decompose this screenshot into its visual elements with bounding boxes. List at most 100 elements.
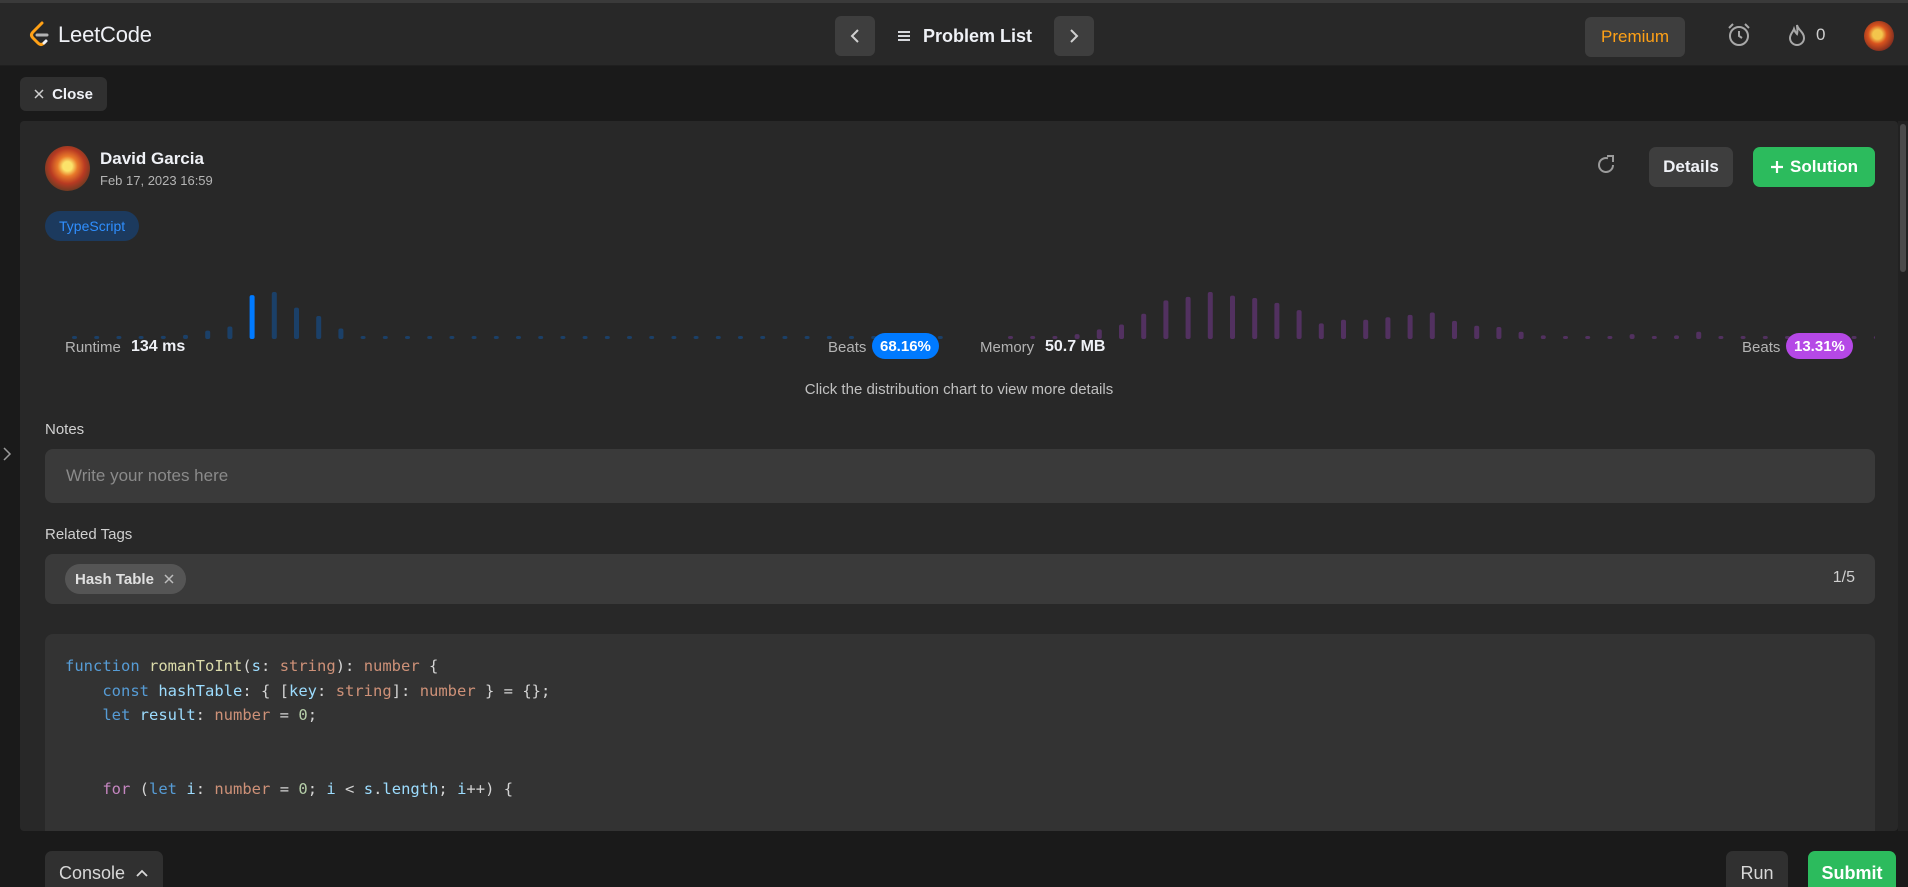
runtime-distribution-bar[interactable] (249, 295, 255, 339)
prev-problem-button[interactable] (835, 16, 875, 56)
memory-distribution-bar[interactable] (1607, 336, 1613, 339)
memory-distribution-bar[interactable] (1385, 317, 1391, 339)
memory-distribution-bar[interactable] (1429, 312, 1435, 339)
runtime-distribution-bar[interactable] (338, 328, 344, 339)
memory-distribution-bar[interactable] (1141, 313, 1147, 339)
memory-distribution-bar[interactable] (1252, 298, 1258, 339)
memory-distribution-bar[interactable] (1452, 320, 1457, 339)
memory-distribution-bar[interactable] (1163, 300, 1169, 339)
runtime-label: Runtime (65, 339, 121, 356)
runtime-distribution-bar[interactable] (382, 336, 388, 339)
runtime-distribution-bar[interactable] (560, 336, 566, 339)
next-problem-button[interactable] (1054, 16, 1095, 56)
tag-chip[interactable]: Hash Table (65, 564, 186, 594)
solution-label: Solution (1790, 157, 1858, 176)
memory-distribution-bar[interactable] (1563, 336, 1568, 339)
runtime-distribution-bar[interactable] (271, 292, 277, 339)
memory-distribution-bar[interactable] (1873, 336, 1875, 339)
close-icon (34, 89, 44, 99)
bottom-bar (0, 838, 1908, 887)
memory-distribution-bar[interactable] (1518, 331, 1524, 339)
memory-distribution-bar[interactable] (1185, 296, 1191, 339)
solution-button[interactable]: Solution (1753, 147, 1875, 187)
memory-distribution-bar[interactable] (1474, 325, 1480, 339)
runtime-distribution-bar[interactable] (471, 336, 477, 339)
runtime-distribution-bar[interactable] (427, 336, 433, 339)
refresh-button[interactable] (1595, 154, 1617, 181)
memory-value: 50.7 MB (1045, 338, 1106, 355)
run-button[interactable]: Run (1726, 851, 1788, 887)
chevron-right-icon (3, 447, 12, 461)
distribution-charts[interactable] (45, 256, 1875, 346)
memory-distribution-bar[interactable] (1207, 292, 1213, 339)
tag-count: 1/5 (1832, 569, 1855, 586)
runtime-distribution-bar[interactable] (582, 336, 588, 339)
runtime-distribution-bar[interactable] (671, 336, 677, 339)
runtime-value: 134 ms (131, 338, 186, 355)
runtime-distribution-bar[interactable] (738, 336, 743, 339)
memory-distribution-bar[interactable] (1274, 302, 1280, 339)
memory-distribution-bar[interactable] (1696, 331, 1702, 339)
memory-distribution-bar[interactable] (1341, 319, 1346, 339)
memory-distribution-bar[interactable] (1407, 314, 1413, 339)
runtime-distribution-bar[interactable] (449, 336, 455, 339)
runtime-distribution-bar[interactable] (493, 336, 499, 339)
runtime-distribution-bar[interactable] (205, 330, 211, 339)
runtime-distribution-bar[interactable] (782, 336, 788, 339)
plus-icon (1771, 161, 1783, 173)
memory-distribution-bar[interactable] (1629, 334, 1635, 339)
memory-distribution-bar[interactable] (1651, 336, 1657, 339)
memory-distribution-bar[interactable] (1851, 336, 1857, 339)
user-avatar[interactable] (1864, 21, 1894, 51)
notes-input[interactable]: Write your notes here (45, 449, 1875, 503)
memory-beats-label: Beats (1742, 339, 1781, 356)
memory-distribution-bar[interactable] (1318, 323, 1324, 339)
logo[interactable]: LeetCode (28, 21, 152, 49)
submitter-avatar[interactable] (45, 146, 90, 191)
memory-distribution-bar[interactable] (1296, 310, 1302, 339)
submission-detail-panel: David Garcia Feb 17, 2023 16:59 Details … (20, 121, 1898, 831)
memory-distribution-bar[interactable] (1718, 336, 1724, 339)
memory-distribution-bar[interactable] (1540, 335, 1546, 339)
close-icon[interactable] (164, 574, 174, 584)
runtime-distribution-bar[interactable] (360, 336, 366, 339)
runtime-distribution-bar[interactable] (937, 336, 943, 339)
runtime-distribution-bar[interactable] (627, 336, 632, 339)
memory-distribution-bar[interactable] (1585, 336, 1591, 339)
memory-distribution-bar[interactable] (1496, 326, 1502, 339)
details-button[interactable]: Details (1649, 147, 1733, 187)
related-tags-field[interactable]: Hash Table 1/5 (45, 554, 1875, 604)
runtime-distribution-bar[interactable] (294, 307, 299, 339)
submitter-name[interactable]: David Garcia (100, 149, 204, 169)
console-button[interactable]: Console (45, 851, 163, 887)
runtime-distribution-bar[interactable] (693, 336, 699, 339)
code-line: let result: number = 0; (102, 706, 318, 724)
runtime-distribution-bar[interactable] (604, 336, 610, 339)
runtime-distribution-bar[interactable] (715, 336, 721, 339)
problem-list-button[interactable]: Problem List (875, 26, 1054, 47)
runtime-distribution-bar[interactable] (649, 336, 655, 339)
runtime-distribution-bar[interactable] (227, 326, 233, 339)
runtime-distribution-bar[interactable] (405, 336, 410, 339)
expand-panel-button[interactable] (2, 446, 12, 467)
memory-distribution-bar[interactable] (1674, 335, 1679, 339)
memory-distribution-bar[interactable] (1230, 295, 1235, 339)
premium-button[interactable]: Premium (1585, 17, 1685, 57)
runtime-distribution-bar[interactable] (316, 316, 322, 339)
memory-distribution-bar[interactable] (1363, 319, 1369, 339)
timer-button[interactable] (1726, 22, 1752, 53)
runtime-distribution-bar[interactable] (804, 336, 810, 339)
memory-distribution-bar[interactable] (1119, 324, 1124, 339)
list-icon (898, 31, 910, 41)
memory-beats-badge: 13.31% (1786, 333, 1853, 359)
close-button[interactable]: Close (20, 77, 107, 111)
code-viewer[interactable]: function romanToInt(s: string): number {… (45, 634, 1875, 831)
code-line: function romanToInt(s: string): number { (65, 657, 439, 675)
runtime-distribution-bar[interactable] (538, 336, 544, 339)
runtime-distribution-bar[interactable] (760, 336, 766, 339)
submit-button[interactable]: Submit (1808, 851, 1896, 887)
runtime-distribution-bar[interactable] (516, 336, 521, 339)
streak-counter[interactable]: 0 (1786, 23, 1825, 47)
scrollbar-thumb[interactable] (1900, 124, 1906, 272)
